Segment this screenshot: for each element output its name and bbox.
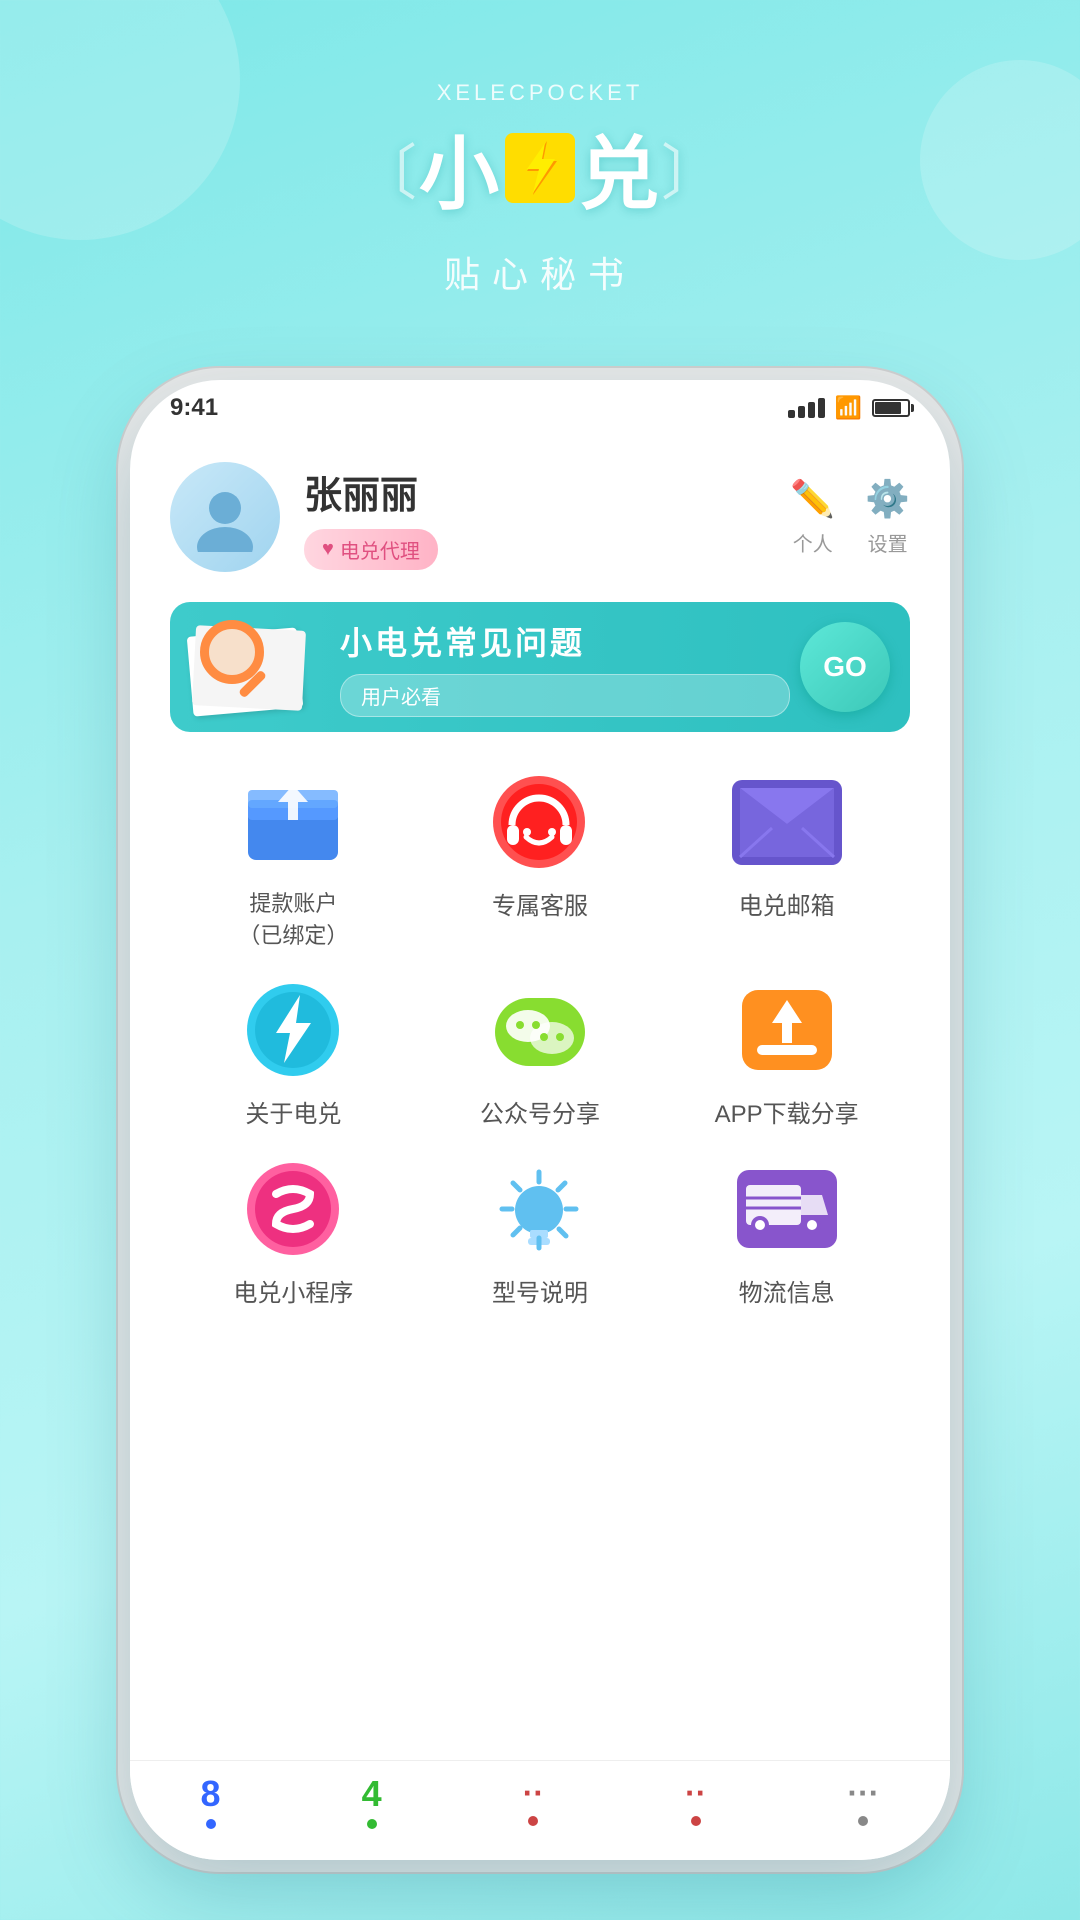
wechat-share-label: 公众号分享 <box>480 1094 600 1129</box>
battery-icon <box>872 399 910 417</box>
banner-text-area: 小电兑常见问题 用户必看 <box>330 618 800 717</box>
phone-mockup: 9:41 📶 <box>130 380 950 1860</box>
grid-item-service[interactable]: 专属客服 <box>417 772 664 950</box>
logo-char-1: 小 <box>419 110 501 226</box>
profile-info: 张丽丽 ♥ 电兑代理 <box>304 464 438 570</box>
settings-label: 设置 <box>868 528 908 557</box>
branding-area: XELECPOCKET 〔 小 兑 〕 贴心秘书 <box>0 80 1080 298</box>
phone-notch <box>440 380 640 416</box>
app-content: 张丽丽 ♥ 电兑代理 ✏️ 个人 ⚙️ 设置 <box>130 422 950 1338</box>
banner-subtitle: 用户必看 <box>340 674 790 717</box>
email-label: 电兑邮箱 <box>739 886 835 921</box>
logo-chinese: 〔 小 兑 〕 <box>357 110 723 226</box>
grid-item-withdrawal[interactable]: 提款账户 （已绑定） <box>170 772 417 950</box>
logo-char-2: 兑 <box>579 110 661 226</box>
logo-bracket-left: 〔 <box>357 125 419 212</box>
profile-left: 张丽丽 ♥ 电兑代理 <box>170 462 438 572</box>
grid-item-model-info[interactable]: 型号说明 <box>417 1159 664 1308</box>
nav-item-5[interactable]: ··· <box>847 1775 879 1826</box>
settings-action[interactable]: ⚙️ 设置 <box>865 478 910 557</box>
grid-item-mini-program[interactable]: 电兑小程序 <box>170 1159 417 1308</box>
about-label: 关于电兑 <box>245 1094 341 1129</box>
profile-name: 张丽丽 <box>304 464 438 519</box>
nav-badge-2: 4 <box>362 1773 382 1815</box>
withdrawal-icon <box>233 772 353 872</box>
grid-item-email[interactable]: 电兑邮箱 <box>663 772 910 950</box>
banner-image <box>170 602 330 732</box>
signal-icon <box>788 398 825 418</box>
nav-badge-5: ··· <box>847 1775 879 1812</box>
about-icon <box>233 980 353 1080</box>
status-icons: 📶 <box>788 395 910 421</box>
logistics-label: 物流信息 <box>739 1273 835 1308</box>
banner-title: 小电兑常见问题 <box>340 618 790 664</box>
grid-item-app-share[interactable]: APP下载分享 <box>663 980 910 1129</box>
app-share-icon <box>727 980 847 1080</box>
nav-dot-3 <box>528 1816 538 1826</box>
model-info-label: 型号说明 <box>492 1273 588 1308</box>
grid-item-about[interactable]: 关于电兑 <box>170 980 417 1129</box>
nav-dot-2 <box>367 1819 377 1829</box>
status-time: 9:41 <box>170 394 218 422</box>
wifi-icon: 📶 <box>835 395 862 421</box>
wechat-share-icon <box>480 980 600 1080</box>
withdrawal-label: 提款账户 （已绑定） <box>238 886 348 950</box>
grid-item-wechat-share[interactable]: 公众号分享 <box>417 980 664 1129</box>
avatar[interactable] <box>170 462 280 572</box>
mini-program-icon <box>233 1159 353 1259</box>
profile-badge: ♥ 电兑代理 <box>304 529 438 570</box>
profile-edit-action[interactable]: ✏️ 个人 <box>790 478 835 557</box>
banner[interactable]: 小电兑常见问题 用户必看 GO <box>170 602 910 732</box>
service-label: 专属客服 <box>492 886 588 921</box>
nav-dot-5 <box>858 1816 868 1826</box>
profile-actions: ✏️ 个人 ⚙️ 设置 <box>790 478 910 557</box>
model-info-icon <box>480 1159 600 1259</box>
nav-item-3[interactable]: ·· <box>523 1775 544 1826</box>
nav-item-4[interactable]: ·· <box>685 1775 706 1826</box>
lightning-icon <box>505 133 575 203</box>
nav-badge-3: ·· <box>523 1775 544 1812</box>
edit-icon: ✏️ <box>790 478 835 520</box>
nav-item-2[interactable]: 4 <box>362 1773 382 1829</box>
email-icon <box>727 772 847 872</box>
bottom-nav: 8 4 ·· ·· ··· <box>130 1760 950 1860</box>
grid-menu: 提款账户 （已绑定） <box>170 772 910 1308</box>
app-tagline: 贴心秘书 <box>444 246 636 298</box>
nav-dot-4 <box>691 1816 701 1826</box>
banner-go-button[interactable]: GO <box>800 622 890 712</box>
nav-badge-4: ·· <box>685 1775 706 1812</box>
logistics-icon <box>727 1159 847 1259</box>
edit-label: 个人 <box>793 528 833 557</box>
settings-icon: ⚙️ <box>865 478 910 520</box>
service-icon <box>480 772 600 872</box>
nav-item-1[interactable]: 8 <box>201 1773 221 1829</box>
grid-item-logistics[interactable]: 物流信息 <box>663 1159 910 1308</box>
mini-program-label: 电兑小程序 <box>233 1273 353 1308</box>
profile-section: 张丽丽 ♥ 电兑代理 ✏️ 个人 ⚙️ 设置 <box>170 442 910 602</box>
badge-text: 电兑代理 <box>340 535 420 564</box>
nav-badge-1: 8 <box>201 1773 221 1815</box>
app-share-label: APP下载分享 <box>715 1094 859 1129</box>
nav-dot-1 <box>206 1819 216 1829</box>
logo-text-en: XELECPOCKET <box>357 80 723 106</box>
logo-bracket-right: 〕 <box>661 125 723 212</box>
